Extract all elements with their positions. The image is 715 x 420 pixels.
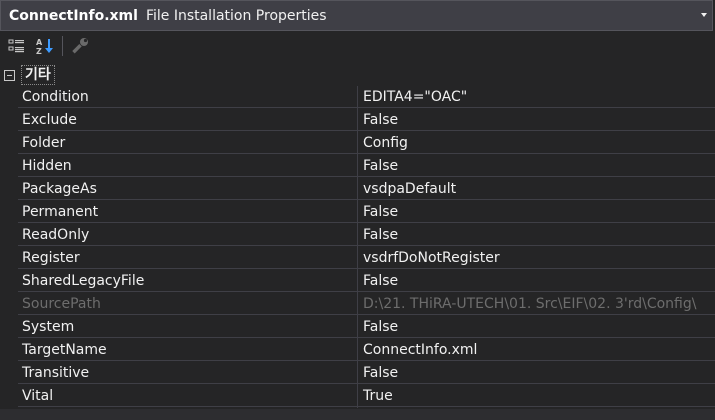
chevron-down-icon[interactable]: [701, 13, 707, 17]
collapse-icon[interactable]: [4, 69, 15, 81]
categorized-icon: [8, 39, 24, 52]
row-gutter: [0, 132, 18, 155]
property-name[interactable]: Permanent: [18, 201, 357, 223]
property-name[interactable]: Transitive: [18, 362, 357, 384]
property-name[interactable]: Condition: [18, 86, 357, 108]
property-row[interactable]: SharedLegacyFile False: [0, 270, 715, 293]
property-name[interactable]: Hidden: [18, 155, 357, 177]
property-pages-wrench-icon: [72, 37, 88, 53]
row-gutter: [0, 201, 18, 224]
row-gutter: [0, 293, 18, 316]
alphabetical-button[interactable]: A Z: [34, 35, 56, 57]
property-row[interactable]: Permanent False: [0, 201, 715, 224]
property-row[interactable]: TargetName ConnectInfo.xml: [0, 339, 715, 362]
property-value[interactable]: vsdpaDefault: [358, 178, 715, 200]
properties-toolbar: A Z: [0, 31, 715, 60]
property-value[interactable]: Config: [358, 132, 715, 154]
property-name[interactable]: ReadOnly: [18, 224, 357, 246]
property-value[interactable]: False: [358, 224, 715, 246]
row-gutter: [0, 178, 18, 201]
property-value[interactable]: ConnectInfo.xml: [358, 339, 715, 361]
svg-text:A: A: [36, 38, 43, 47]
object-name: ConnectInfo.xml: [9, 7, 138, 24]
property-pages-button[interactable]: [69, 35, 91, 57]
property-row[interactable]: System False: [0, 316, 715, 339]
property-name[interactable]: PackageAs: [18, 178, 357, 200]
property-row[interactable]: PackageAs vsdpaDefault: [0, 178, 715, 201]
property-name[interactable]: SharedLegacyFile: [18, 270, 357, 292]
property-row[interactable]: ReadOnly False: [0, 224, 715, 247]
property-row[interactable]: Condition EDITA4="OAC": [0, 86, 715, 109]
property-value[interactable]: D:\21. THiRA-UTECH\01. Src\EIF\02. 3'rd\…: [358, 293, 715, 315]
property-row[interactable]: Transitive False: [0, 362, 715, 385]
property-value[interactable]: False: [358, 155, 715, 177]
category-header[interactable]: 기타: [0, 64, 715, 86]
row-gutter: [0, 270, 18, 293]
property-value[interactable]: False: [358, 201, 715, 223]
property-value[interactable]: False: [358, 109, 715, 131]
property-name[interactable]: SourcePath: [18, 293, 357, 315]
property-name[interactable]: Register: [18, 247, 357, 269]
row-gutter: [0, 385, 18, 408]
object-selector[interactable]: ConnectInfo.xml File Installation Proper…: [0, 0, 713, 31]
property-value[interactable]: True: [358, 385, 715, 407]
row-gutter: [0, 362, 18, 385]
property-name[interactable]: TargetName: [18, 339, 357, 361]
property-value[interactable]: False: [358, 270, 715, 292]
alphabetical-sort-icon: A Z: [36, 38, 53, 55]
property-name[interactable]: Vital: [18, 385, 357, 407]
row-gutter: [0, 109, 18, 132]
property-row[interactable]: Exclude False: [0, 109, 715, 132]
property-row[interactable]: Vital True: [0, 385, 715, 408]
object-type: File Installation Properties: [145, 7, 327, 24]
property-row[interactable]: Register vsdrfDoNotRegister: [0, 247, 715, 270]
property-row[interactable]: Hidden False: [0, 155, 715, 178]
property-value[interactable]: False: [358, 316, 715, 338]
row-gutter: [0, 247, 18, 270]
row-gutter: [0, 155, 18, 178]
row-gutter: [0, 339, 18, 362]
property-row[interactable]: SourcePath D:\21. THiRA-UTECH\01. Src\EIF…: [0, 293, 715, 316]
property-grid: 기타 Condition EDITA4="OAC" Exclude False Fold…: [0, 64, 715, 408]
row-gutter: [0, 224, 18, 247]
property-name[interactable]: Exclude: [18, 109, 357, 131]
property-value[interactable]: vsdrfDoNotRegister: [358, 247, 715, 269]
property-name[interactable]: Folder: [18, 132, 357, 154]
property-value[interactable]: False: [358, 362, 715, 384]
categorized-button[interactable]: [6, 35, 28, 57]
description-pane-edge: [0, 409, 715, 420]
property-value[interactable]: EDITA4="OAC": [358, 86, 715, 108]
row-gutter: [0, 86, 18, 109]
property-row[interactable]: Folder Config: [0, 132, 715, 155]
svg-text:Z: Z: [36, 47, 42, 55]
category-label: 기타: [21, 65, 55, 85]
property-name[interactable]: System: [18, 316, 357, 338]
row-gutter: [0, 316, 18, 339]
toolbar-separator: [62, 35, 63, 56]
